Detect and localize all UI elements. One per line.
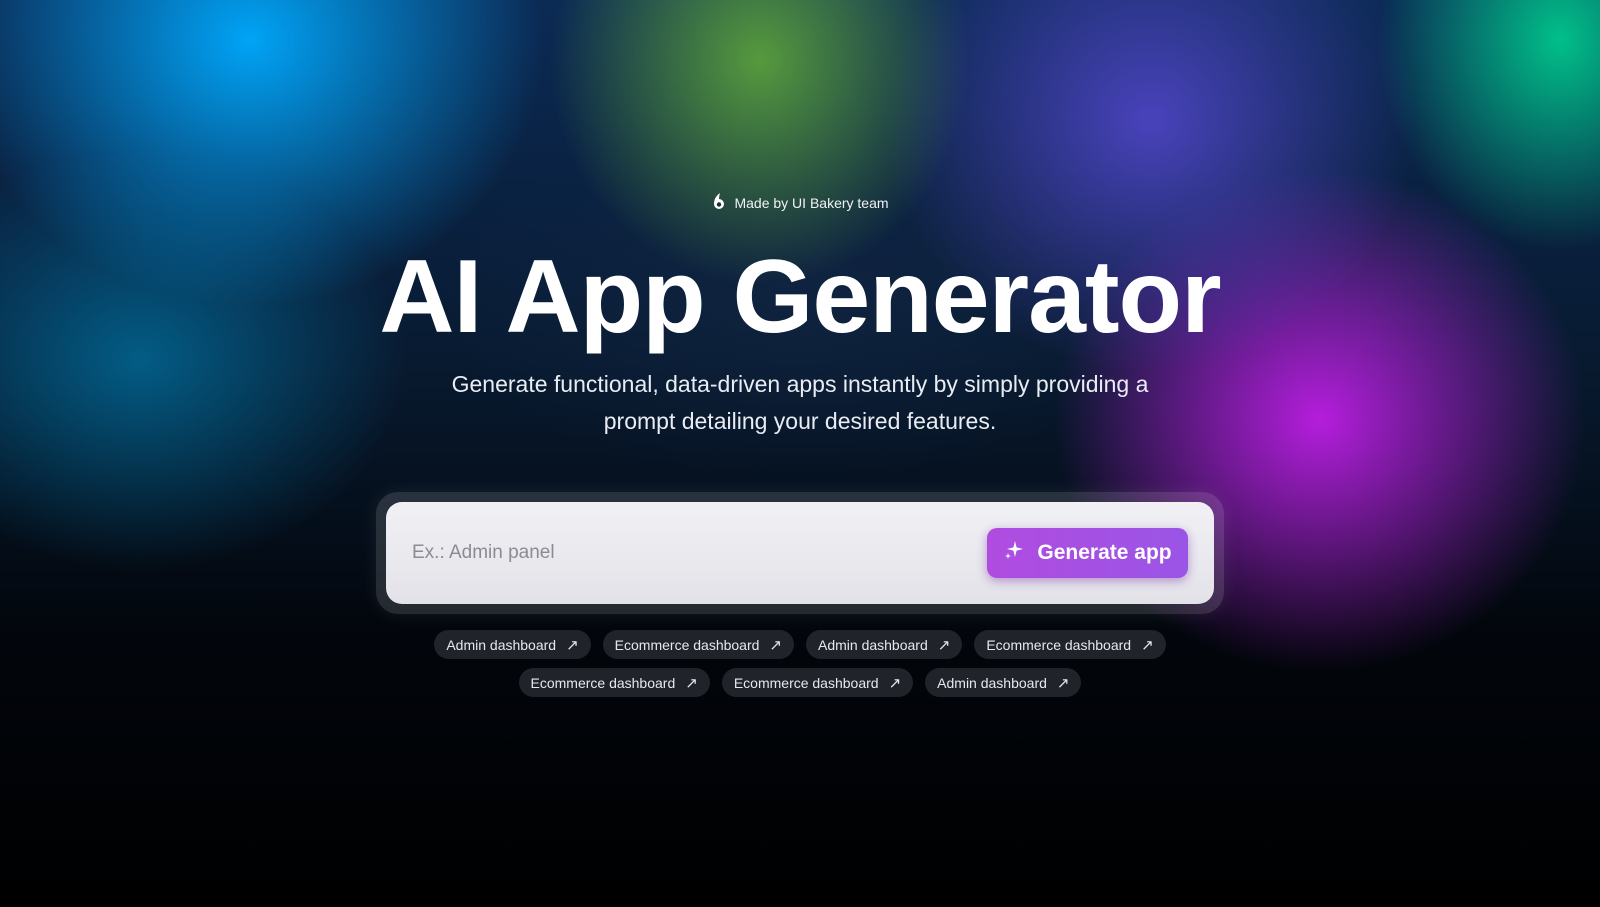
arrow-up-right-icon: ↗ xyxy=(566,636,579,654)
suggestion-label: Admin dashboard xyxy=(818,636,928,653)
suggestion-row-1: Admin dashboard ↗ Ecommerce dashboard ↗ … xyxy=(434,630,1166,659)
suggestion-chips: Admin dashboard ↗ Ecommerce dashboard ↗ … xyxy=(0,630,1600,697)
page-title: AI App Generator xyxy=(379,239,1221,355)
arrow-up-right-icon: ↗ xyxy=(888,674,902,692)
suggestion-label: Ecommerce dashboard xyxy=(614,636,760,653)
suggestion-label: Ecommerce dashboard xyxy=(530,674,676,691)
arrow-up-right-icon: ↗ xyxy=(685,674,698,692)
page-subtitle: Generate functional, data-driven apps in… xyxy=(400,366,1200,440)
generate-app-button[interactable]: Generate app xyxy=(987,528,1188,578)
suggestion-label: Ecommerce dashboard xyxy=(986,636,1132,653)
generate-app-label: Generate app xyxy=(1037,541,1172,564)
badge-text: Made by UI Bakery team xyxy=(734,195,889,211)
prompt-input[interactable] xyxy=(412,534,972,572)
suggestion-label: Ecommerce dashboard xyxy=(733,674,879,691)
suggestion-chip[interactable]: Ecommerce dashboard ↗ xyxy=(974,630,1166,659)
sparkle-icon xyxy=(1003,539,1025,567)
subtitle-line-1: Generate functional, data-driven apps in… xyxy=(451,371,1149,397)
hero-section: Made by UI Bakery team AI App Generator … xyxy=(0,0,1600,907)
arrow-up-right-icon: ↗ xyxy=(937,636,951,654)
arrow-up-right-icon: ↗ xyxy=(1141,636,1154,654)
suggestion-chip[interactable]: Ecommerce dashboard ↗ xyxy=(721,668,914,697)
arrow-up-right-icon: ↗ xyxy=(1056,674,1070,692)
suggestion-chip[interactable]: Admin dashboard ↗ xyxy=(925,668,1082,697)
suggestion-label: Admin dashboard xyxy=(937,674,1047,691)
suggestion-chip[interactable]: Ecommerce dashboard ↗ xyxy=(602,630,794,659)
arrow-up-right-icon: ↗ xyxy=(769,636,782,654)
suggestion-chip[interactable]: Ecommerce dashboard ↗ xyxy=(518,668,710,697)
suggestion-label: Admin dashboard xyxy=(446,636,557,653)
suggestion-chip[interactable]: Admin dashboard ↗ xyxy=(434,630,591,659)
made-by-badge[interactable]: Made by UI Bakery team xyxy=(700,188,900,218)
suggestion-row-2: Ecommerce dashboard ↗ Ecommerce dashboar… xyxy=(518,668,1082,697)
suggestion-chip[interactable]: Admin dashboard ↗ xyxy=(806,630,963,659)
ui-bakery-logo-icon xyxy=(711,192,727,215)
subtitle-line-2: prompt detailing your desired features. xyxy=(603,408,997,434)
